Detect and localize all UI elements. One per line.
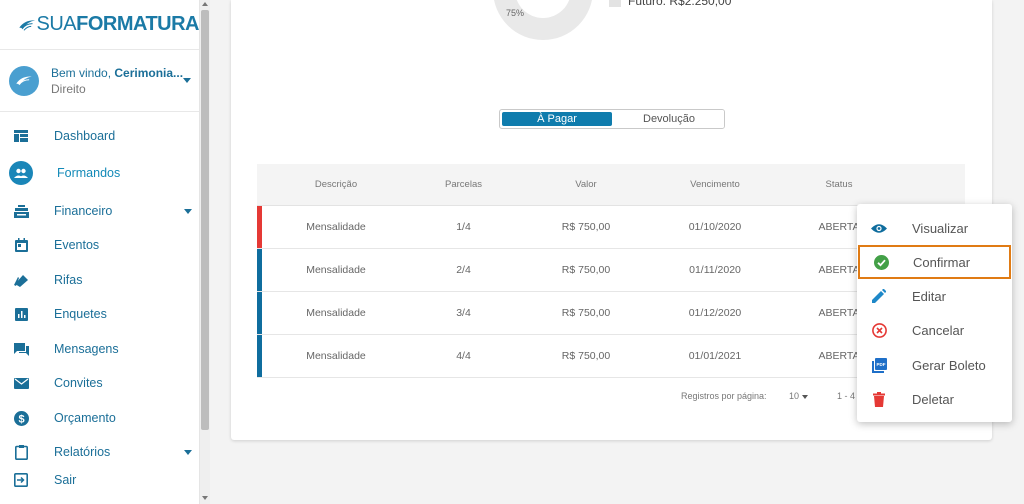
svg-text:$: $ xyxy=(18,413,24,425)
menu-item-editar[interactable]: Editar xyxy=(857,279,1012,313)
col-valor[interactable]: Valor xyxy=(512,179,660,190)
cell-descricao: Mensalidade xyxy=(306,307,366,319)
col-vencimento[interactable]: Vencimento xyxy=(660,179,770,190)
chevron-down-icon xyxy=(802,394,809,399)
row-status-bar xyxy=(257,292,262,334)
svg-text:PDF: PDF xyxy=(876,362,885,367)
sidebar-item-rifas[interactable]: Rifas xyxy=(0,265,200,295)
col-parcelas[interactable]: Parcelas xyxy=(415,179,512,190)
calendar-icon xyxy=(13,237,29,253)
col-descricao[interactable]: Descrição xyxy=(257,179,415,190)
sidebar-item-formandos[interactable]: Formandos xyxy=(0,158,200,188)
user-name: Cerimonia... xyxy=(114,65,184,80)
brand-logo[interactable]: SUAFORMATURA xyxy=(0,0,199,50)
poll-icon xyxy=(13,306,29,322)
scrollbar-thumb[interactable] xyxy=(201,10,209,430)
cell-parcela: 2/4 xyxy=(456,264,471,276)
cell-valor: R$ 750,00 xyxy=(561,307,611,319)
sidebar-item-eventos[interactable]: Eventos xyxy=(0,230,200,260)
per-page-value: 10 xyxy=(789,391,800,401)
user-role: Direito xyxy=(51,81,86,96)
sidebar-item-convites[interactable]: Convites xyxy=(0,368,200,398)
cell-vencimento: 01/01/2021 xyxy=(688,350,742,362)
people-icon xyxy=(9,161,33,185)
row-status-bar xyxy=(257,249,262,291)
sidebar-item-orcamento[interactable]: $ Orçamento xyxy=(0,403,200,433)
trash-icon xyxy=(871,391,887,407)
finance-icon xyxy=(13,203,29,219)
cell-descricao: Mensalidade xyxy=(306,264,366,276)
scroll-up-icon[interactable] xyxy=(202,2,208,6)
scroll-down-icon[interactable] xyxy=(202,496,208,500)
row-status-bar xyxy=(257,335,262,377)
cell-vencimento: 01/11/2020 xyxy=(689,264,741,276)
ticket-icon xyxy=(13,272,29,288)
per-page-label: Registros por página: xyxy=(681,391,767,401)
cell-valor: R$ 750,00 xyxy=(561,221,611,233)
legend-future: Futuro: R$2.250,00 xyxy=(628,0,732,8)
donut-percent-label: 75% xyxy=(506,8,525,18)
check-circle-icon xyxy=(873,254,889,270)
eye-icon xyxy=(871,220,887,236)
cell-vencimento: 01/10/2020 xyxy=(688,221,742,233)
logo-wing-icon xyxy=(19,19,36,31)
user-panel[interactable]: Bem vindo, Cerimonia... Direito xyxy=(0,50,199,112)
donut-chart xyxy=(493,0,593,40)
dashboard-icon xyxy=(13,128,29,144)
pencil-icon xyxy=(871,288,887,304)
exit-icon xyxy=(13,472,29,488)
money-icon: $ xyxy=(13,410,29,426)
cell-descricao: Mensalidade xyxy=(306,350,366,362)
tab-devolucao[interactable]: Devolução xyxy=(614,110,724,128)
pdf-icon: PDF xyxy=(871,357,887,373)
payment-toggle: À Pagar Devolução xyxy=(499,109,725,129)
row-actions-menu: Visualizar Confirmar Editar Cancelar PDF… xyxy=(857,204,1012,422)
cell-parcela: 1/4 xyxy=(456,221,471,233)
sidebar-item-enquetes[interactable]: Enquetes xyxy=(0,299,200,329)
col-status[interactable]: Status xyxy=(770,179,908,190)
sidebar-item-dashboard[interactable]: Dashboard xyxy=(0,121,200,151)
chevron-down-icon xyxy=(184,208,192,214)
cell-valor: R$ 750,00 xyxy=(561,350,611,362)
cell-parcela: 4/4 xyxy=(456,350,471,362)
mail-icon xyxy=(13,375,29,391)
sidebar-item-financeiro[interactable]: Financeiro xyxy=(0,196,200,226)
menu-item-cancelar[interactable]: Cancelar xyxy=(857,313,1012,347)
per-page-select[interactable]: 10 xyxy=(789,391,809,401)
menu-item-gerar-boleto[interactable]: PDF Gerar Boleto xyxy=(857,348,1012,382)
cancel-icon xyxy=(871,322,887,338)
logo-text: SUAFORMATURA xyxy=(36,13,199,35)
menu-item-visualizar[interactable]: Visualizar xyxy=(857,211,1012,245)
sidebar-item-relatorios[interactable]: Relatórios xyxy=(0,437,200,467)
chevron-down-icon[interactable] xyxy=(183,78,191,83)
user-greeting: Bem vindo, Cerimonia... xyxy=(51,65,184,80)
menu-item-confirmar[interactable]: Confirmar xyxy=(858,245,1011,279)
sidebar: SUAFORMATURA Bem vindo, Cerimonia... Dir… xyxy=(0,0,200,504)
cell-valor: R$ 750,00 xyxy=(561,264,611,276)
chevron-down-icon xyxy=(184,449,192,455)
chat-icon xyxy=(13,341,29,357)
tab-a-pagar[interactable]: À Pagar xyxy=(502,112,612,126)
legend-swatch xyxy=(609,0,621,7)
table-header: Descrição Parcelas Valor Vencimento Stat… xyxy=(257,164,965,206)
cell-parcela: 3/4 xyxy=(456,307,471,319)
logo-wing-icon xyxy=(16,75,32,85)
cell-descricao: Mensalidade xyxy=(306,221,366,233)
cell-vencimento: 01/12/2020 xyxy=(688,307,742,319)
menu-item-deletar[interactable]: Deletar xyxy=(857,382,1012,416)
sidebar-item-sair[interactable]: Sair xyxy=(0,465,200,495)
sidebar-item-mensagens[interactable]: Mensagens xyxy=(0,334,200,364)
clipboard-icon xyxy=(13,444,29,460)
avatar xyxy=(9,65,39,96)
row-status-bar xyxy=(257,206,262,248)
